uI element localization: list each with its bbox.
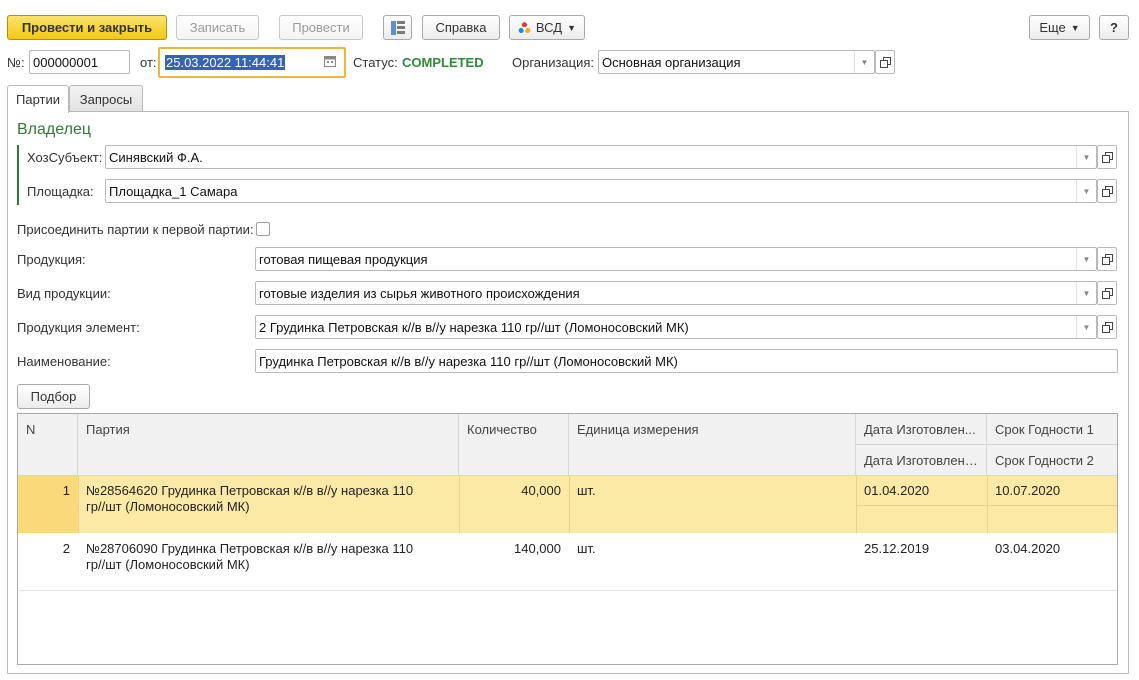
column-header-n[interactable]: N (18, 414, 78, 476)
product-kind-field[interactable]: готовые изделия из сырья животного проис… (255, 281, 1097, 305)
unit-cell: шт. (577, 541, 596, 556)
structure-icon (390, 20, 405, 35)
product-label: Продукция: (17, 252, 86, 267)
column-header-batch[interactable]: Партия (78, 414, 459, 476)
vsd-label: ВСД (535, 20, 563, 35)
product-kind-label: Вид продукции: (17, 286, 111, 301)
chevron-down-icon: ▼ (1070, 22, 1080, 33)
number-field[interactable]: 000000001 (29, 50, 130, 74)
owner-group-title: Владелец (17, 121, 92, 138)
site-value: Площадка_1 Самара (109, 183, 238, 199)
organization-label: Организация: (512, 55, 595, 70)
number-value: 000000001 (33, 54, 99, 70)
help-button[interactable]: Справка (422, 15, 500, 40)
open-window-icon (1101, 253, 1113, 265)
site-label: Площадка: (27, 184, 94, 199)
product-kind-open-button[interactable] (1097, 281, 1117, 305)
product-element-label: Продукция элемент: (17, 320, 140, 335)
name-value: Грудинка Петровская к//в в//у нарезка 11… (259, 353, 678, 369)
dropdown-arrow-icon[interactable]: ▼ (854, 51, 874, 73)
product-element-open-button[interactable] (1097, 315, 1117, 339)
dropdown-arrow-icon[interactable]: ▼ (1076, 282, 1096, 304)
expiry-date-cell: 10.07.2020 (995, 483, 1061, 498)
status-value: COMPLETED (402, 55, 484, 70)
tab-batches[interactable]: Партии (7, 85, 69, 113)
made-date-cell: 01.04.2020 (864, 483, 930, 498)
organization-field[interactable]: Основная организация ▼ (598, 50, 875, 74)
made-date-cell: 25.12.2019 (864, 541, 930, 556)
dropdown-arrow-icon[interactable]: ▼ (1076, 316, 1096, 338)
open-window-icon (1101, 287, 1113, 299)
tab-requests[interactable]: Запросы (69, 85, 143, 112)
hoz-subject-field[interactable]: Синявский Ф.А. ▼ (105, 145, 1097, 169)
dropdown-arrow-icon[interactable]: ▼ (1076, 248, 1096, 270)
post-and-close-button[interactable]: Провести и закрыть (7, 15, 167, 40)
product-element-field[interactable]: 2 Грудинка Петровская к//в в//у нарезка … (255, 315, 1097, 339)
chevron-down-icon: ▼ (567, 22, 576, 33)
date-label: от: (140, 55, 157, 70)
open-window-icon (1101, 185, 1113, 197)
calendar-icon[interactable] (324, 55, 336, 70)
quantity-cell: 140,000 (514, 541, 561, 556)
column-header-expiry-2[interactable]: Срок Годности 2 (987, 445, 1117, 476)
date-field[interactable]: 25.03.2022 11:44:41 (158, 47, 346, 78)
open-window-icon (879, 56, 891, 68)
hoz-subject-label: ХозСубъект: (27, 150, 103, 165)
organization-open-button[interactable] (875, 50, 895, 74)
hoz-subject-open-button[interactable] (1097, 145, 1117, 169)
site-field[interactable]: Площадка_1 Самара ▼ (105, 179, 1097, 203)
column-header-made-1[interactable]: Дата Изготовлен... (856, 414, 987, 445)
hoz-subject-value: Синявский Ф.А. (109, 149, 203, 165)
status-label: Статус: (353, 55, 398, 70)
join-batches-label: Присоединить партии к первой партии: (17, 222, 254, 237)
product-value: готовая пищевая продукция (259, 251, 428, 267)
site-open-button[interactable] (1097, 179, 1117, 203)
dropdown-arrow-icon[interactable]: ▼ (1076, 180, 1096, 202)
date-value: 25.03.2022 11:44:41 (165, 55, 286, 70)
vsd-logo-icon (518, 21, 531, 33)
help-question-button[interactable]: ? (1099, 15, 1129, 40)
number-label: №: (7, 55, 25, 70)
owner-group-bar (17, 145, 19, 205)
structure-button[interactable] (383, 15, 412, 40)
batch-cell: №28706090 Грудинка Петровская к//в в//у … (86, 541, 414, 572)
more-menu-button[interactable]: Еще ▼ (1029, 15, 1090, 40)
organization-value: Основная организация (602, 54, 741, 70)
product-kind-value: готовые изделия из сырья животного проис… (259, 285, 580, 301)
vsd-menu-button[interactable]: ВСД ▼ (509, 15, 585, 40)
join-batches-checkbox[interactable] (256, 222, 270, 236)
row-number: 1 (62, 483, 70, 498)
column-header-expiry-1[interactable]: Срок Годности 1 (987, 414, 1117, 445)
name-field[interactable]: Грудинка Петровская к//в в//у нарезка 11… (255, 349, 1118, 373)
batch-cell: №28564620 Грудинка Петровская к//в в//у … (86, 483, 414, 514)
name-label: Наименование: (17, 354, 111, 369)
quantity-cell: 40,000 (521, 483, 561, 498)
expiry-date-cell: 03.04.2020 (995, 541, 1061, 556)
column-header-made-2[interactable]: Дата Изготовления (856, 445, 987, 476)
post-button[interactable]: Провести (279, 15, 363, 40)
open-window-icon (1101, 151, 1113, 163)
pick-button[interactable]: Подбор (17, 384, 90, 409)
batches-table[interactable]: N Партия Количество Единица измерения Да… (17, 413, 1118, 665)
product-field[interactable]: готовая пищевая продукция ▼ (255, 247, 1097, 271)
product-open-button[interactable] (1097, 247, 1117, 271)
dropdown-arrow-icon[interactable]: ▼ (1076, 146, 1096, 168)
more-label: Еще (1039, 20, 1066, 35)
open-window-icon (1101, 321, 1113, 333)
column-header-unit[interactable]: Единица измерения (569, 414, 856, 476)
unit-cell: шт. (577, 483, 596, 498)
product-element-value: 2 Грудинка Петровская к//в в//у нарезка … (259, 319, 689, 335)
save-button[interactable]: Записать (176, 15, 259, 40)
column-header-quantity[interactable]: Количество (459, 414, 569, 476)
row-number: 2 (62, 541, 70, 556)
